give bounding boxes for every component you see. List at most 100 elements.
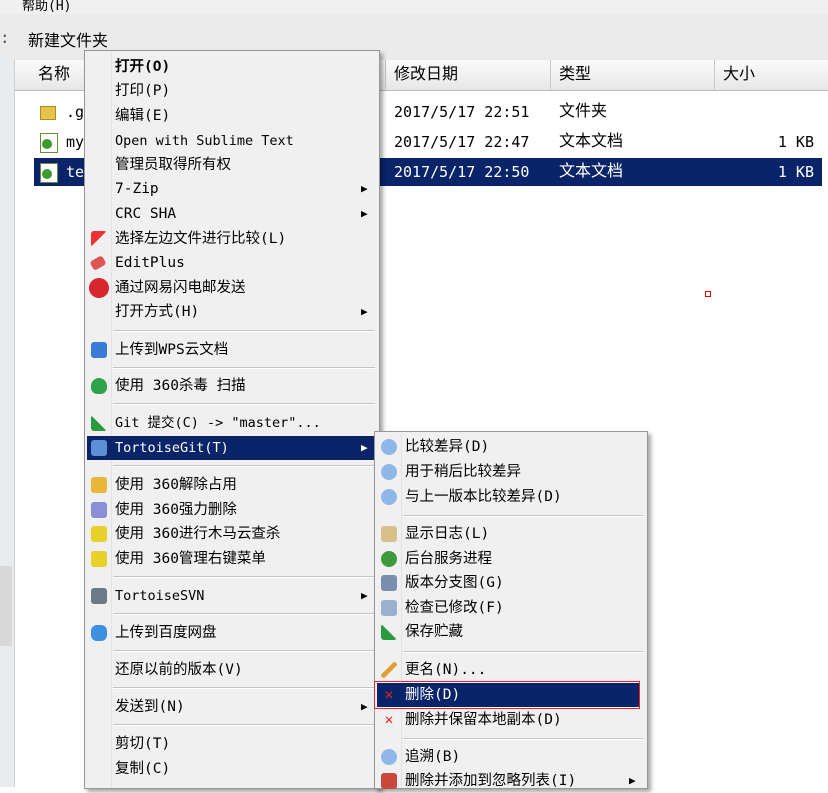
- folder-icon: [40, 106, 56, 120]
- rename-icon: [381, 662, 397, 678]
- menu-separator: [113, 687, 375, 689]
- menu-item-label: 使用 360解除占用: [115, 477, 237, 493]
- submenu-item-label: 删除并添加到忽略列表(I): [405, 773, 577, 789]
- menu-separator: [113, 724, 375, 726]
- navigation-pane[interactable]: [0, 60, 15, 787]
- submenu-item-diff-prev[interactable]: 与上一版本比较差异(D): [377, 485, 645, 509]
- check-modified-icon: [381, 600, 397, 616]
- menu-item-label: 使用 360强力删除: [115, 502, 237, 518]
- menu-item-netease-mail[interactable]: 通过网易闪电邮发送: [87, 276, 377, 300]
- menu-item-crc-sha[interactable]: CRC SHA ▶: [87, 202, 377, 226]
- tortoisegit-icon: [91, 440, 107, 456]
- menu-item-360-unlock[interactable]: 使用 360解除占用: [87, 473, 377, 497]
- submenu-arrow-icon: ▶: [361, 305, 368, 318]
- menu-item-print[interactable]: 打印(P): [87, 79, 377, 103]
- diff-icon: [381, 439, 397, 455]
- submenu-item-label: 检查已修改(F): [405, 600, 504, 616]
- file-name: my: [66, 133, 85, 151]
- 360-antivirus-icon: [91, 378, 107, 394]
- file-modified: 2017/5/17 22:47: [394, 133, 530, 151]
- menu-item-compare-left[interactable]: 选择左边文件进行比较(L): [87, 227, 377, 251]
- menu-item-label: 使用 360管理右键菜单: [115, 551, 266, 567]
- submenu-arrow-icon: ▶: [361, 589, 368, 602]
- menu-item-edit[interactable]: 编辑(E): [87, 104, 377, 128]
- menu-item-label: EditPlus: [115, 255, 185, 271]
- submenu-item-blame[interactable]: 追溯(B): [377, 745, 645, 769]
- menu-item-label: 使用 360进行木马云查杀: [115, 526, 281, 542]
- menu-item-cut[interactable]: 剪切(T): [87, 732, 377, 756]
- submenu-arrow-icon: ▶: [361, 207, 368, 220]
- menu-item-label: 编辑(E): [115, 108, 171, 124]
- menu-item-360-menu[interactable]: 使用 360管理右键菜单: [87, 547, 377, 571]
- menu-item-tortoisegit[interactable]: TortoiseGit(T) ▶: [87, 436, 377, 460]
- menu-item-label: Open with Sublime Text: [115, 133, 294, 149]
- submenu-item-label: 显示日志(L): [405, 526, 490, 542]
- menu-item-label: 上传到百度网盘: [115, 625, 217, 641]
- menu-help[interactable]: 帮助(H): [22, 0, 71, 14]
- menu-item-360-shred[interactable]: 使用 360强力删除: [87, 498, 377, 522]
- menu-item-360-scan[interactable]: 使用 360杀毒 扫描: [87, 374, 377, 398]
- submenu-item-diff[interactable]: 比较差异(D): [377, 435, 645, 459]
- menu-item-7zip[interactable]: 7-Zip ▶: [87, 177, 377, 201]
- submenu-item-revision-graph[interactable]: 版本分支图(G): [377, 571, 645, 595]
- menu-item-send-to[interactable]: 发送到(N) ▶: [87, 695, 377, 719]
- file-size: 1 KB: [777, 133, 814, 151]
- menu-item-label: 打印(P): [115, 83, 171, 99]
- menu-item-restore-versions[interactable]: 还原以前的版本(V): [87, 658, 377, 682]
- wps-cloud-icon: [91, 342, 107, 358]
- file-size: 1 KB: [777, 163, 814, 181]
- column-modified[interactable]: 修改日期: [386, 60, 551, 90]
- menu-item-label: 上传到WPS云文档: [115, 342, 229, 358]
- context-menu: 打开(O) 打印(P) 编辑(E) Open with Sublime Text…: [84, 50, 380, 789]
- column-name-label: 名称: [38, 66, 71, 83]
- menu-separator: [403, 515, 643, 517]
- submenu-item-label: 更名(N)...: [405, 662, 487, 678]
- menu-item-label: Git 提交(C) -> "master"...: [115, 415, 321, 431]
- netease-mail-icon: [89, 278, 109, 298]
- submenu-item-show-log[interactable]: 显示日志(L): [377, 522, 645, 546]
- menu-item-open[interactable]: 打开(O): [87, 55, 377, 79]
- menu-separator: [113, 330, 375, 332]
- submenu-item-delete-keep[interactable]: ✕ 删除并保留本地副本(D): [377, 708, 645, 732]
- menu-item-label: 打开(O): [115, 59, 171, 75]
- menu-item-sublime[interactable]: Open with Sublime Text: [87, 129, 377, 153]
- column-size[interactable]: 大小: [715, 60, 828, 90]
- menu-item-label: 使用 360杀毒 扫描: [115, 378, 246, 394]
- file-modified: 2017/5/17 22:51: [394, 103, 530, 121]
- submenu-item-rename[interactable]: 更名(N)...: [377, 658, 645, 682]
- submenu-item-stash[interactable]: 保存贮藏: [377, 620, 645, 644]
- new-folder-button[interactable]: 新建文件夹: [28, 27, 108, 51]
- 360-menu-icon: [91, 551, 107, 567]
- navigation-selected-item[interactable]: [0, 566, 12, 646]
- 360-trojan-icon: [91, 526, 107, 542]
- 360-unlock-icon: [91, 477, 107, 493]
- menu-item-editplus[interactable]: EditPlus: [87, 251, 377, 275]
- submenu-item-label: 后台服务进程: [405, 551, 492, 567]
- menu-item-open-with[interactable]: 打开方式(H) ▶: [87, 300, 377, 324]
- menu-item-git-commit[interactable]: Git 提交(C) -> "master"...: [87, 411, 377, 435]
- submenu-item-diff-later[interactable]: 用于稍后比较差异: [377, 460, 645, 484]
- menu-separator: [113, 576, 375, 578]
- submenu-item-label: 与上一版本比较差异(D): [405, 489, 562, 505]
- column-type[interactable]: 类型: [551, 60, 715, 90]
- submenu-arrow-icon: ▶: [629, 774, 636, 787]
- red-marker: [705, 291, 711, 297]
- menu-item-wps-upload[interactable]: 上传到WPS云文档: [87, 338, 377, 362]
- menu-item-label: 复制(C): [115, 761, 171, 777]
- menu-item-label: 管理员取得所有权: [115, 157, 231, 173]
- menu-item-tortoisesvn[interactable]: TortoiseSVN ▶: [87, 584, 377, 608]
- file-type: 文本文档: [559, 163, 624, 180]
- menu-item-baidu-upload[interactable]: 上传到百度网盘: [87, 621, 377, 645]
- menu-item-360-trojan[interactable]: 使用 360进行木马云查杀: [87, 522, 377, 546]
- submenu-item-ignore[interactable]: 删除并添加到忽略列表(I) ▶: [377, 769, 645, 793]
- submenu-item-check-modified[interactable]: 检查已修改(F): [377, 596, 645, 620]
- submenu-item-label: 比较差异(D): [405, 439, 490, 455]
- submenu-item-label: 删除并保留本地副本(D): [405, 712, 562, 728]
- menu-item-label: TortoiseGit(T): [115, 440, 229, 456]
- submenu-item-daemon[interactable]: 后台服务进程: [377, 547, 645, 571]
- menu-item-take-ownership[interactable]: 管理员取得所有权: [87, 153, 377, 177]
- menu-item-copy[interactable]: 复制(C): [87, 757, 377, 781]
- submenu-item-label: 用于稍后比较差异: [405, 464, 521, 480]
- file-name: te: [66, 163, 85, 181]
- menu-separator: [113, 650, 375, 652]
